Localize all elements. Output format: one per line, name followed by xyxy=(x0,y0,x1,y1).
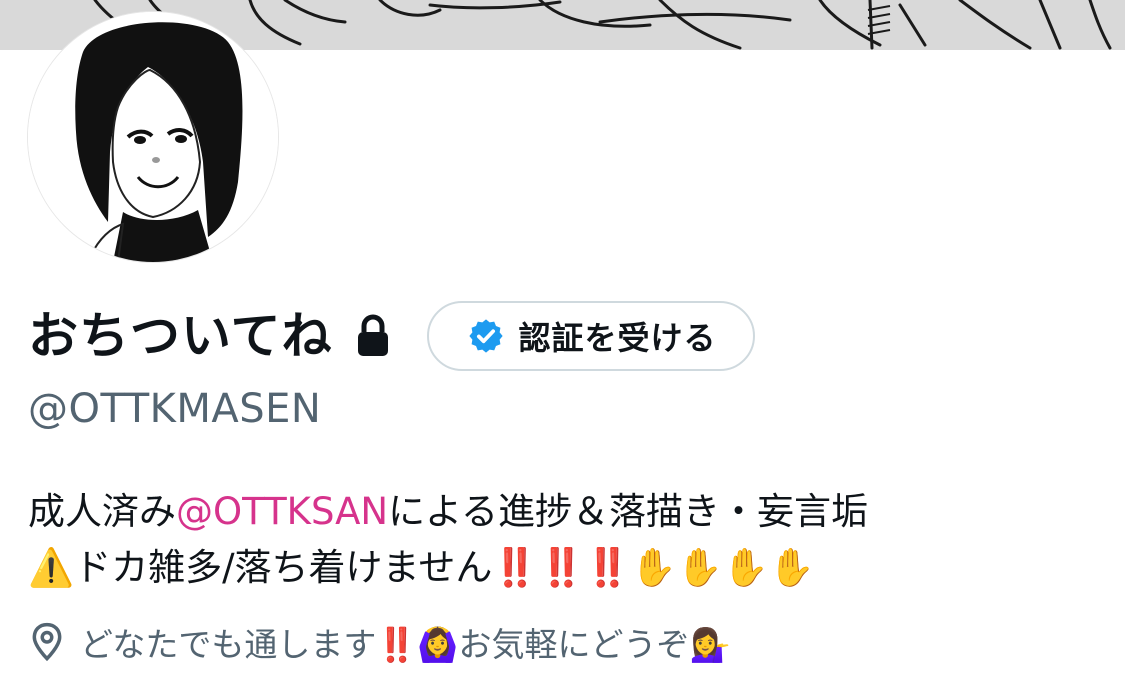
bio-line-2: ⚠️ドカ雑多/落ち着けません‼️‼️‼️✋✋✋✋ xyxy=(28,546,815,589)
verified-badge-icon xyxy=(467,317,505,355)
profile-location: どなたでも通します‼️🙆‍♀️お気軽にどうぞ💁‍♀️ xyxy=(28,616,731,668)
profile-avatar[interactable] xyxy=(28,12,278,262)
display-name: おちついてね xyxy=(28,307,333,365)
get-verified-label: 認証を受ける xyxy=(518,319,717,357)
bio-text: 成人済み xyxy=(28,490,176,533)
profile-name-row: おちついてね 認証を受ける xyxy=(28,298,755,374)
bio-mention-link[interactable]: @OTTKSAN xyxy=(176,490,388,533)
get-verified-button[interactable]: 認証を受ける xyxy=(426,301,755,371)
bio-text: による進捗＆落描き・妄言垢 xyxy=(388,490,868,533)
location-pin-icon xyxy=(28,621,66,663)
location-text: どなたでも通します‼️🙆‍♀️お気軽にどうぞ💁‍♀️ xyxy=(80,625,731,664)
profile-bio: 成人済み@OTTKSANによる進捗＆落描き・妄言垢 ⚠️ドカ雑多/落ち着けません… xyxy=(28,484,1108,596)
lock-icon xyxy=(355,314,391,358)
username-handle: @OTTKMASEN xyxy=(28,386,322,432)
bio-line-1: 成人済み@OTTKSANによる進捗＆落描き・妄言垢 xyxy=(28,484,1108,540)
